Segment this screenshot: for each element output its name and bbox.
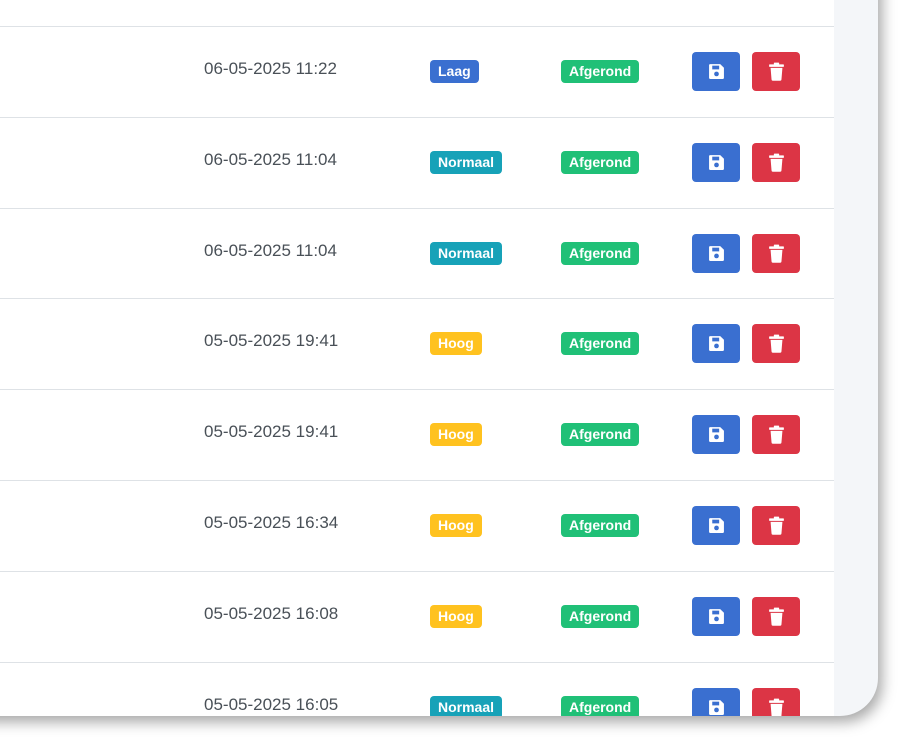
status-badge: Afgerond: [561, 150, 640, 174]
priority-badge: Hoog: [430, 423, 482, 447]
status-badge: Afgerond: [561, 695, 640, 716]
floppy-disk-icon: [708, 517, 725, 534]
status-badge: Afgerond: [561, 241, 640, 265]
priority-badge: Normaal: [430, 695, 503, 716]
row-date: 05-05-2025 16:34: [204, 513, 339, 532]
delete-button[interactable]: [752, 324, 800, 364]
table-row: 05-05-2025 19:41 Hoog Afgerond: [0, 298, 834, 388]
save-button[interactable]: [692, 687, 740, 716]
table-panel: 06-05-2025 11:22 Laag Afgerond 06-05-2025 1…: [0, 0, 834, 716]
table-row: 06-05-2025 11:04 Normaal Afgerond: [0, 116, 834, 207]
table-row: 05-05-2025 16:34 Hoog Afgerond: [0, 480, 834, 570]
row-date: 05-05-2025 19:41: [204, 331, 339, 351]
status-badge: Afgerond: [561, 423, 640, 447]
floppy-disk-icon: [708, 699, 725, 716]
table-row: 05-05-2025 16:05 Normaal Afgerond: [0, 661, 834, 716]
save-button[interactable]: [692, 233, 740, 273]
priority-badge: Hoog: [430, 604, 482, 628]
save-button[interactable]: [692, 596, 740, 636]
save-button[interactable]: [692, 506, 740, 545]
row-date: 06-05-2025 11:04: [204, 240, 337, 260]
priority-badge: Laag: [430, 60, 479, 83]
delete-button[interactable]: [752, 596, 800, 636]
row-date: 05-05-2025 16:08: [204, 603, 339, 623]
trash-icon: [768, 244, 785, 263]
priority-badge: Normaal: [430, 150, 503, 174]
status-badge: Afgerond: [561, 332, 640, 356]
delete-button[interactable]: [752, 233, 800, 273]
save-button[interactable]: [692, 142, 740, 182]
floppy-disk-icon: [708, 426, 725, 443]
delete-button[interactable]: [752, 142, 800, 182]
row-date: 06-05-2025 11:04: [204, 149, 337, 169]
table-row: 06-05-2025 11:22 Laag Afgerond: [0, 26, 834, 116]
floppy-disk-icon: [708, 608, 725, 625]
row-date: 05-05-2025 19:41: [204, 422, 339, 442]
floppy-disk-icon: [708, 335, 725, 352]
floppy-disk-icon: [708, 154, 725, 171]
save-button[interactable]: [692, 52, 740, 91]
delete-button[interactable]: [752, 415, 800, 455]
screen-frame: 06-05-2025 11:22 Laag Afgerond 06-05-2025 1…: [0, 0, 878, 716]
status-badge: Afgerond: [561, 604, 640, 628]
trash-icon: [768, 516, 785, 535]
trash-icon: [768, 425, 785, 444]
trash-icon: [768, 607, 785, 626]
table-row: 05-05-2025 16:08 Hoog Afgerond: [0, 570, 834, 661]
status-badge: Afgerond: [561, 514, 640, 537]
table-row: 06-05-2025 11:04 Normaal Afgerond: [0, 207, 834, 298]
table-row: 05-05-2025 19:41 Hoog Afgerond: [0, 389, 834, 479]
floppy-disk-icon: [708, 245, 725, 262]
priority-badge: Normaal: [430, 241, 503, 265]
row-date: 05-05-2025 16:05: [204, 694, 339, 714]
trash-icon: [768, 62, 785, 81]
delete-button[interactable]: [752, 687, 800, 716]
save-button[interactable]: [692, 324, 740, 364]
trash-icon: [768, 334, 785, 354]
priority-badge: Hoog: [430, 514, 482, 537]
priority-badge: Hoog: [430, 332, 482, 356]
floppy-disk-icon: [708, 63, 725, 80]
status-badge: Afgerond: [561, 60, 640, 83]
delete-button[interactable]: [752, 506, 800, 545]
row-date: 06-05-2025 11:22: [204, 59, 337, 78]
save-button[interactable]: [692, 415, 740, 455]
trash-icon: [768, 698, 785, 716]
trash-icon: [768, 153, 785, 172]
delete-button[interactable]: [752, 52, 800, 91]
